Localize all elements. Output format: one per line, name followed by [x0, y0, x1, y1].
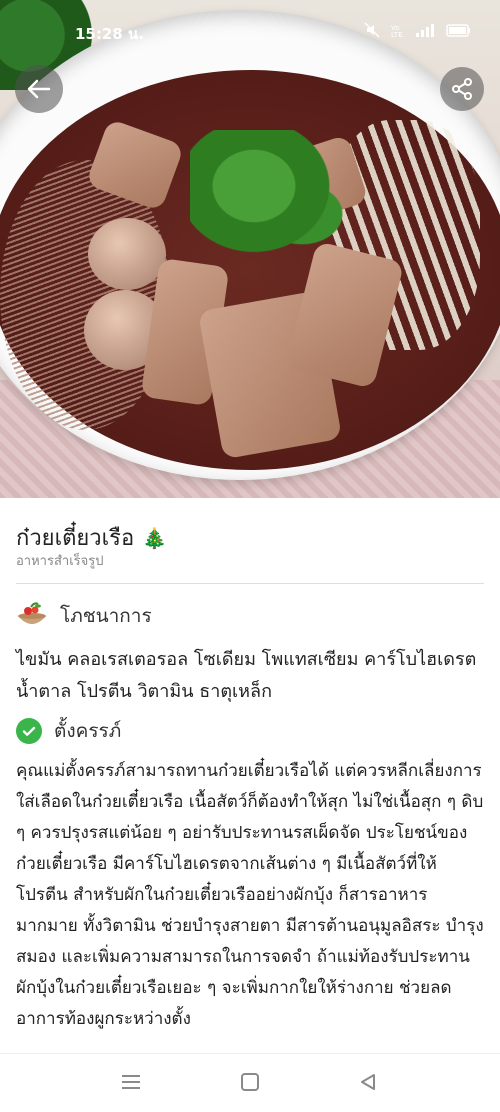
signal-icon: [414, 22, 436, 42]
status-bar: 15:28 น. Vo LTE: [0, 0, 500, 60]
tree-icon: 🎄: [142, 525, 168, 550]
system-nav-bar: [0, 1053, 500, 1112]
battery-icon: [446, 22, 472, 42]
status-time: 15:28 น.: [75, 25, 144, 43]
share-icon: [452, 78, 472, 100]
divider: [16, 583, 484, 584]
nutrition-text: ไขมัน คลอเรสเตอรอล โซเดียม โพแทสเซียม คา…: [16, 649, 477, 702]
basil-leaves: [190, 130, 350, 270]
arrow-left-icon: [27, 79, 51, 99]
nutrition-title: โภชนาการ: [60, 605, 152, 627]
check-circle-icon: [16, 718, 42, 744]
home-icon[interactable]: [240, 1072, 260, 1096]
share-button[interactable]: [440, 67, 484, 111]
detail-panel: ก๋วยเตี๋ยวเรือ 🎄 อาหารสำเร็จรูป โภชนาการ…: [0, 498, 500, 1053]
meatball: [88, 218, 166, 290]
pregnancy-header: ตั้งครรภ์: [16, 716, 121, 746]
menu-icon[interactable]: [120, 1072, 142, 1096]
volte-icon: Vo LTE: [390, 22, 404, 42]
mute-icon: [364, 22, 380, 42]
pregnancy-title: ตั้งครรภ์: [54, 720, 122, 742]
food-bowl-icon: [16, 602, 48, 630]
svg-text:LTE: LTE: [391, 31, 403, 38]
food-category: อาหารสำเร็จรูป: [16, 554, 104, 569]
status-icons: Vo LTE: [364, 22, 472, 42]
food-photo: 15:28 น. Vo LTE: [0, 0, 500, 498]
pregnancy-text: คุณแม่ตั้งครรภ์สามารถทานก๋วยเตี๋ยวเรือได…: [16, 761, 484, 1029]
back-button[interactable]: [15, 65, 63, 113]
nutrition-header: โภชนาการ: [16, 601, 152, 631]
back-triangle-icon[interactable]: [358, 1072, 378, 1096]
